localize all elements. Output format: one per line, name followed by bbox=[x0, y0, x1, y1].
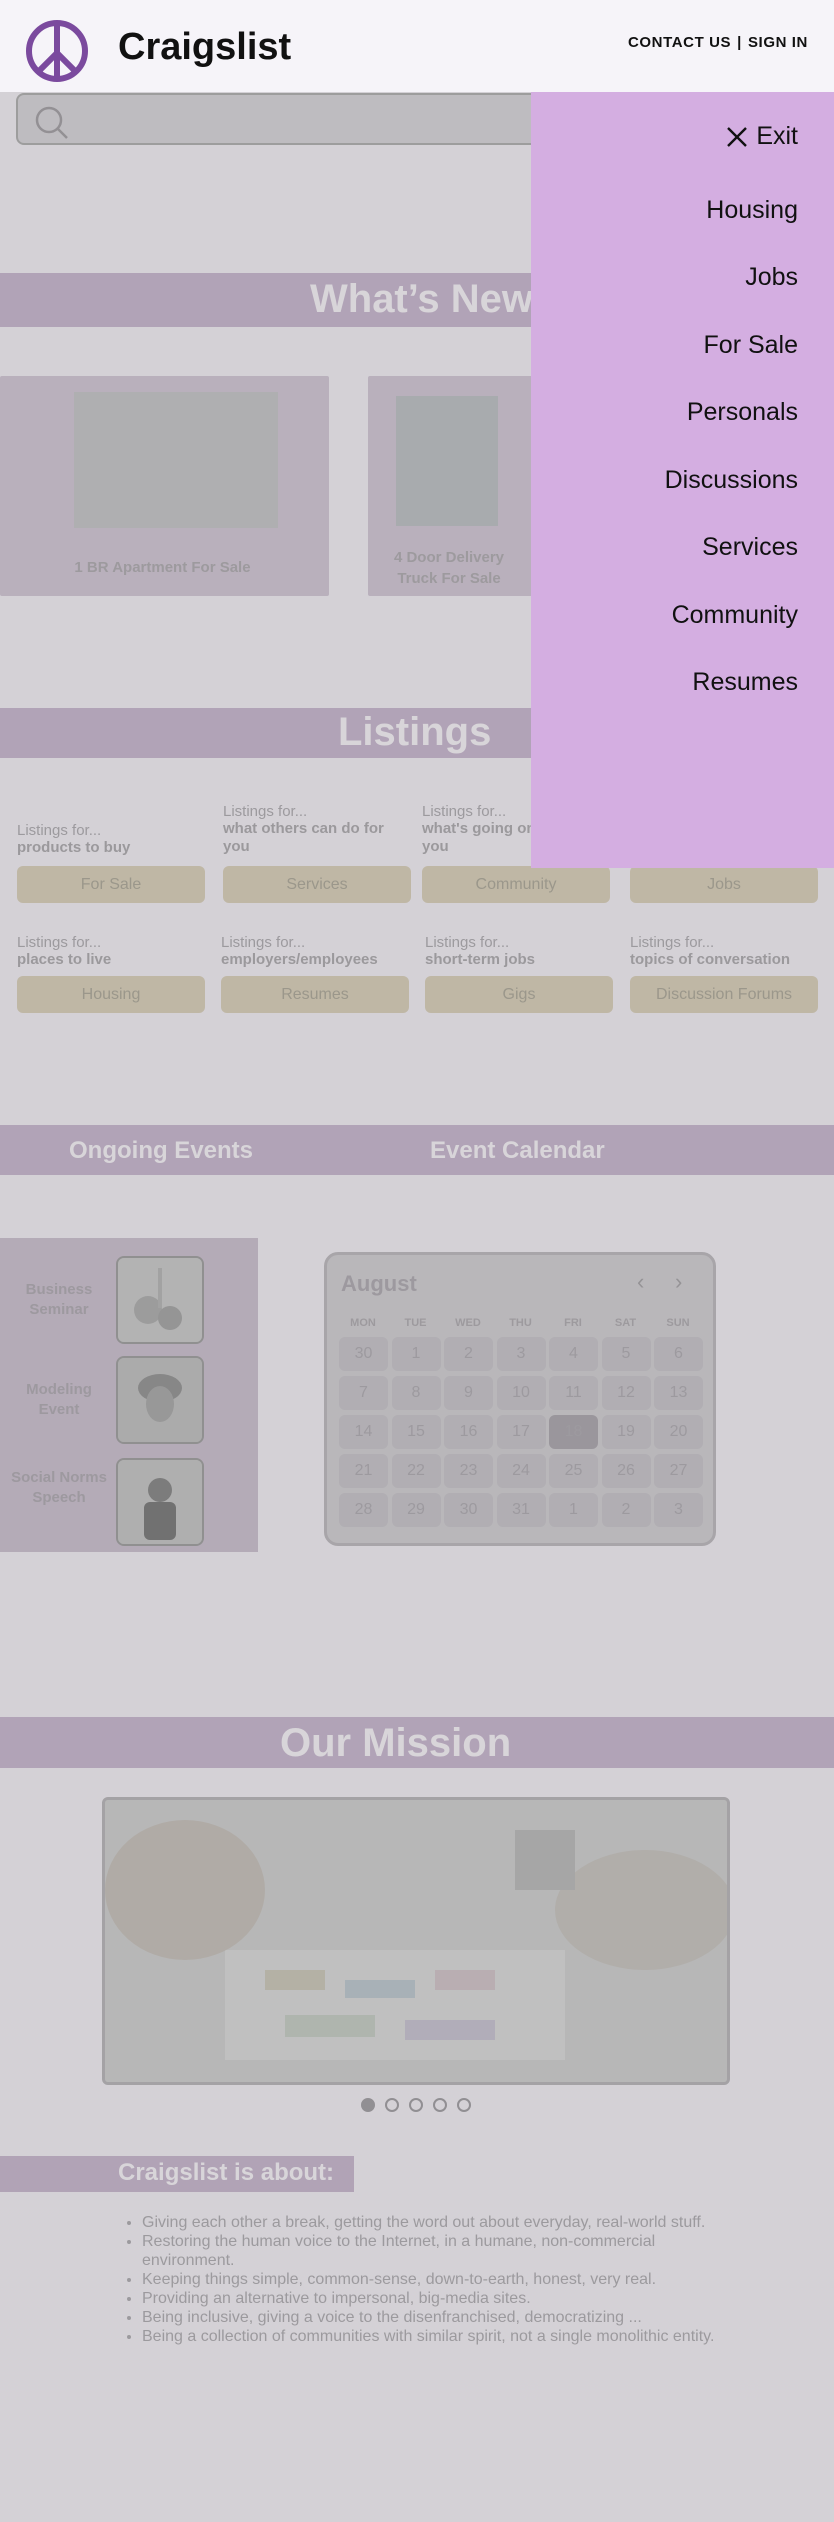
menu-item-resumes[interactable]: Resumes bbox=[692, 668, 798, 697]
menu-item-discussions[interactable]: Discussions bbox=[665, 466, 798, 495]
menu-item-services[interactable]: Services bbox=[702, 533, 798, 562]
nav-drawer: Exit Housing Jobs For Sale Personals Dis… bbox=[531, 92, 834, 868]
menu-item-community[interactable]: Community bbox=[672, 601, 798, 630]
menu-item-for-sale[interactable]: For Sale bbox=[704, 331, 798, 360]
close-icon bbox=[727, 126, 748, 147]
contact-us-link[interactable]: CONTACT US bbox=[628, 34, 731, 51]
exit-button[interactable]: Exit bbox=[726, 122, 798, 151]
sign-in-link[interactable]: SIGN IN bbox=[748, 34, 808, 51]
top-links: CONTACT US | SIGN IN bbox=[628, 34, 808, 51]
link-separator: | bbox=[737, 34, 742, 51]
peace-sign-icon[interactable] bbox=[25, 19, 89, 83]
top-header: Craigslist CONTACT US | SIGN IN bbox=[0, 0, 834, 92]
menu-item-housing[interactable]: Housing bbox=[706, 196, 798, 225]
menu-item-jobs[interactable]: Jobs bbox=[745, 263, 798, 292]
exit-label: Exit bbox=[756, 122, 798, 150]
menu-item-personals[interactable]: Personals bbox=[687, 398, 798, 427]
brand-title[interactable]: Craigslist bbox=[118, 26, 291, 69]
